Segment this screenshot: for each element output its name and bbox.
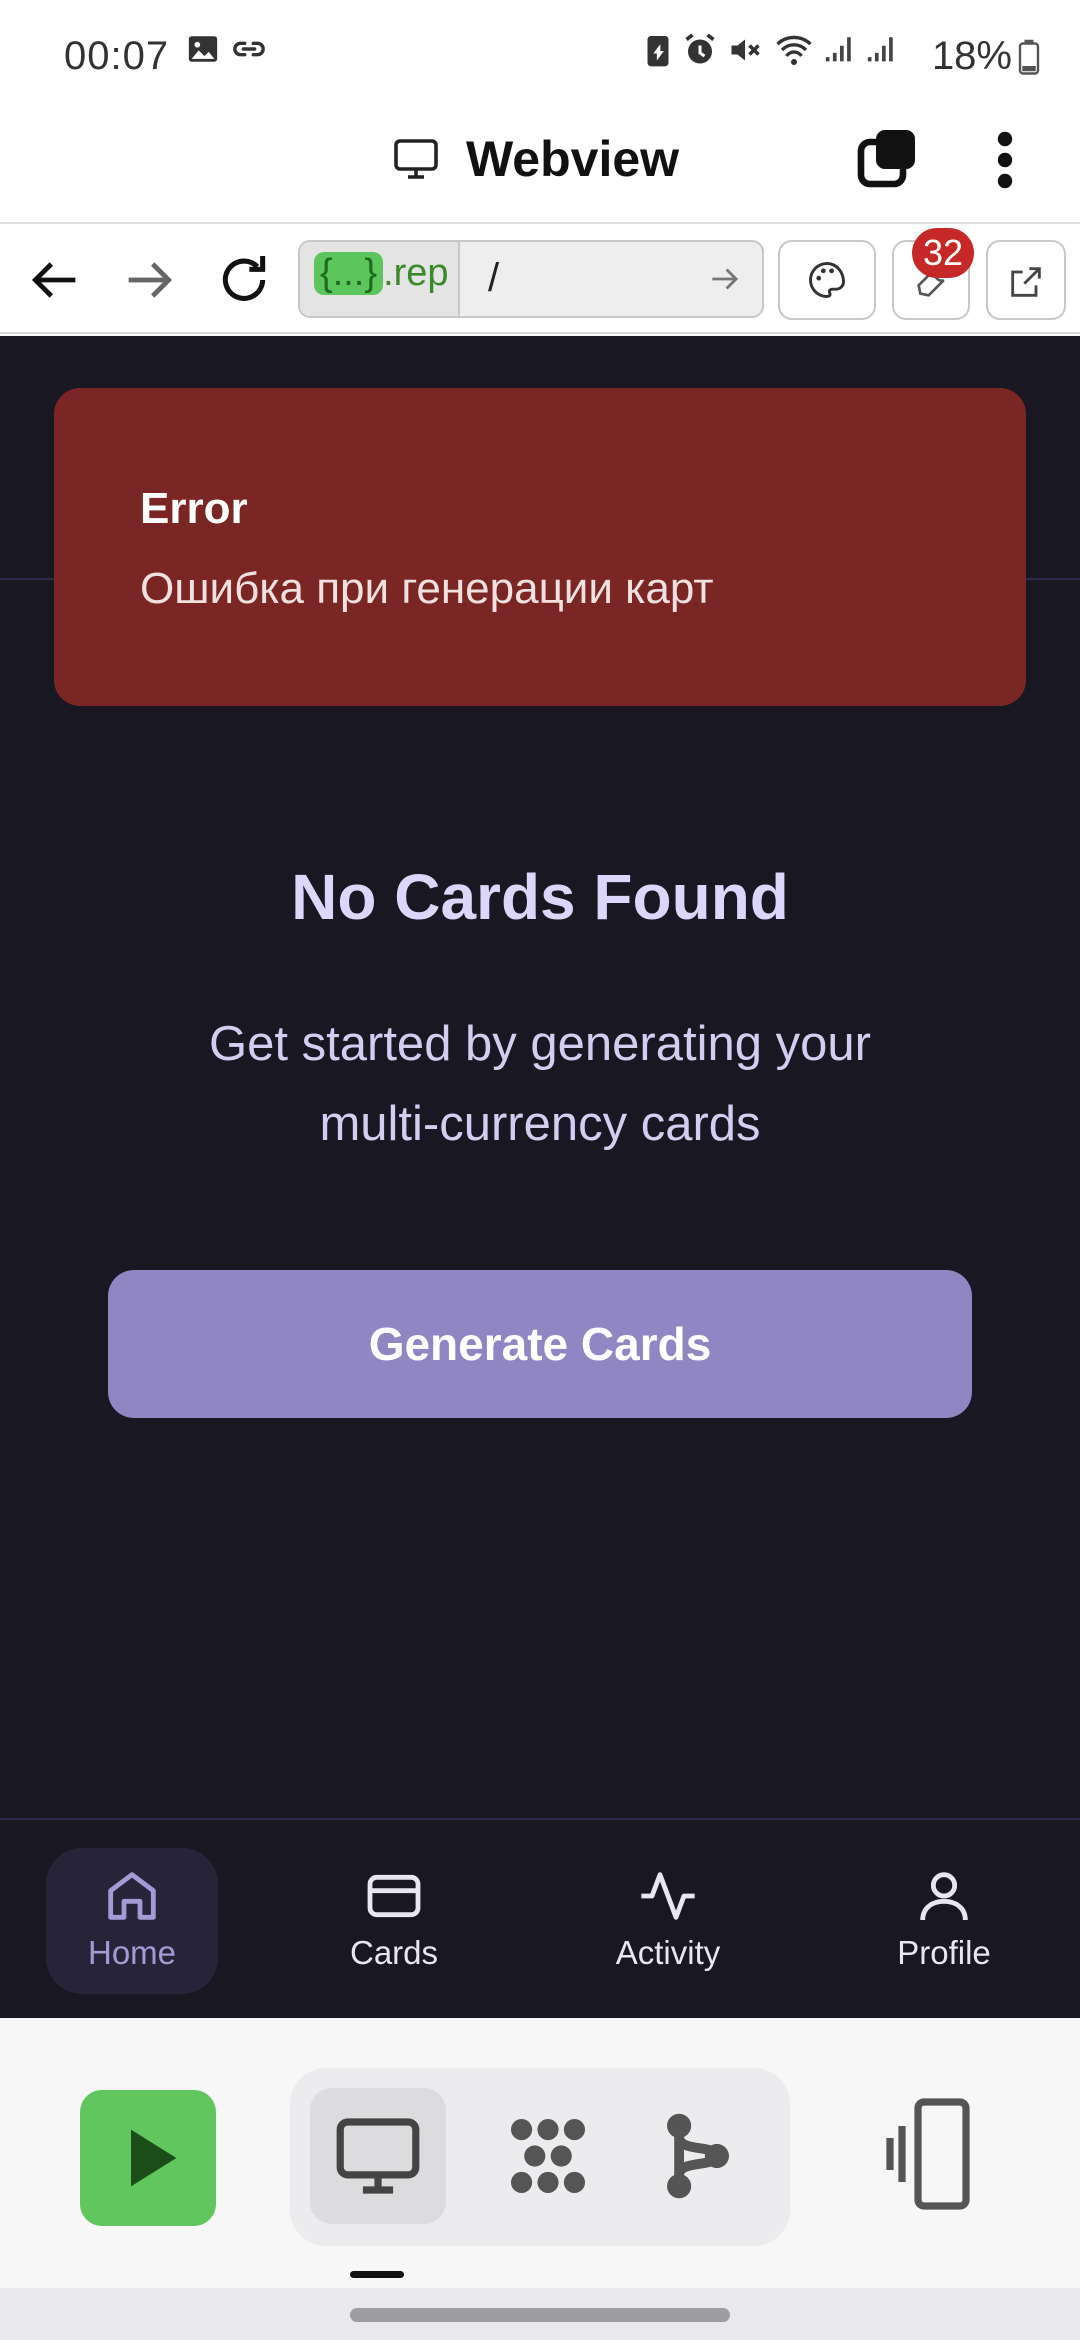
generate-cards-button[interactable]: Generate Cards [108, 1270, 972, 1418]
battery-icon [1018, 39, 1040, 75]
theme-button[interactable] [778, 240, 876, 320]
subtitle-line-2: multi-currency cards [319, 1097, 761, 1151]
nav-item-home[interactable]: Home [46, 1848, 218, 1994]
run-button[interactable] [80, 2090, 216, 2226]
image-icon [188, 36, 218, 62]
device-rotate-icon[interactable] [882, 2090, 978, 2226]
branch-icon[interactable] [630, 2088, 766, 2224]
link-icon [233, 41, 265, 57]
error-title: Error [140, 484, 248, 533]
nav-label-home: Home [87, 1934, 177, 1971]
host-rest: .rep [383, 252, 449, 294]
nav-label-cards: Cards [349, 1934, 439, 1971]
go-arrow-icon[interactable] [706, 260, 744, 298]
error-message: Ошибка при генерации карт [140, 564, 714, 613]
tabs-icon[interactable] [852, 124, 924, 196]
error-toast: Error Ошибка при генерации карт [54, 388, 1026, 706]
activity-icon [641, 1872, 695, 1920]
palette-icon [809, 262, 845, 298]
home-indicator [350, 2308, 730, 2322]
play-icon [131, 2129, 177, 2187]
webview-content: Error Ошибка при генерации карт No Cards… [0, 336, 1080, 2018]
signal-icon [825, 37, 851, 62]
url-host: {...} .rep [300, 242, 460, 316]
nav-label-profile: Profile [897, 1934, 991, 1971]
forward-arrow-icon[interactable] [118, 248, 182, 312]
signal-icon-2 [867, 37, 893, 62]
monitor-icon [336, 2118, 420, 2194]
nav-item-activity[interactable]: Activity [582, 1848, 754, 1994]
network-icon[interactable] [480, 2088, 616, 2224]
battery-percent: 18% [931, 34, 1012, 78]
empty-state-subtitle: Get started by generating your multi-cur… [0, 1004, 1080, 1164]
user-icon [920, 1872, 968, 1921]
external-link-icon [1011, 267, 1041, 297]
title-bar: Webview [0, 110, 1080, 222]
alarm-icon [685, 33, 715, 64]
empty-state-title: No Cards Found [291, 861, 789, 933]
page-title: Webview [466, 131, 680, 187]
reload-icon[interactable] [212, 248, 276, 312]
back-arrow-icon[interactable] [22, 248, 86, 312]
nav-label-activity: Activity [615, 1934, 721, 1971]
card-icon [367, 1874, 421, 1918]
home-icon [108, 1872, 156, 1920]
host-tag: {...} [314, 252, 384, 295]
subtitle-line-1: Get started by generating your [209, 1017, 871, 1071]
nav-item-profile[interactable]: Profile [858, 1848, 1030, 1994]
monitor-icon [394, 139, 438, 179]
view-switcher [290, 2068, 790, 2246]
active-tab-indicator [350, 2271, 404, 2278]
wifi-icon [776, 35, 812, 65]
url-path[interactable]: / [488, 256, 499, 301]
mute-icon [731, 39, 760, 61]
gesture-bar [0, 2288, 1080, 2340]
webview-tab[interactable] [310, 2088, 446, 2224]
more-menu-icon[interactable] [990, 124, 1020, 196]
ide-toolbar [0, 2018, 1080, 2288]
notification-badge: 32 [912, 228, 974, 278]
url-field[interactable]: {...} .rep / [298, 240, 764, 318]
nav-item-cards[interactable]: Cards [308, 1848, 480, 1994]
battery-saver-icon [647, 36, 669, 67]
status-bar: 00:07 18% [0, 0, 1080, 110]
status-time: 00:07 [64, 34, 170, 78]
bottom-nav: Home Cards Activity Profile [0, 1820, 1080, 2018]
open-external-button[interactable] [986, 240, 1066, 320]
